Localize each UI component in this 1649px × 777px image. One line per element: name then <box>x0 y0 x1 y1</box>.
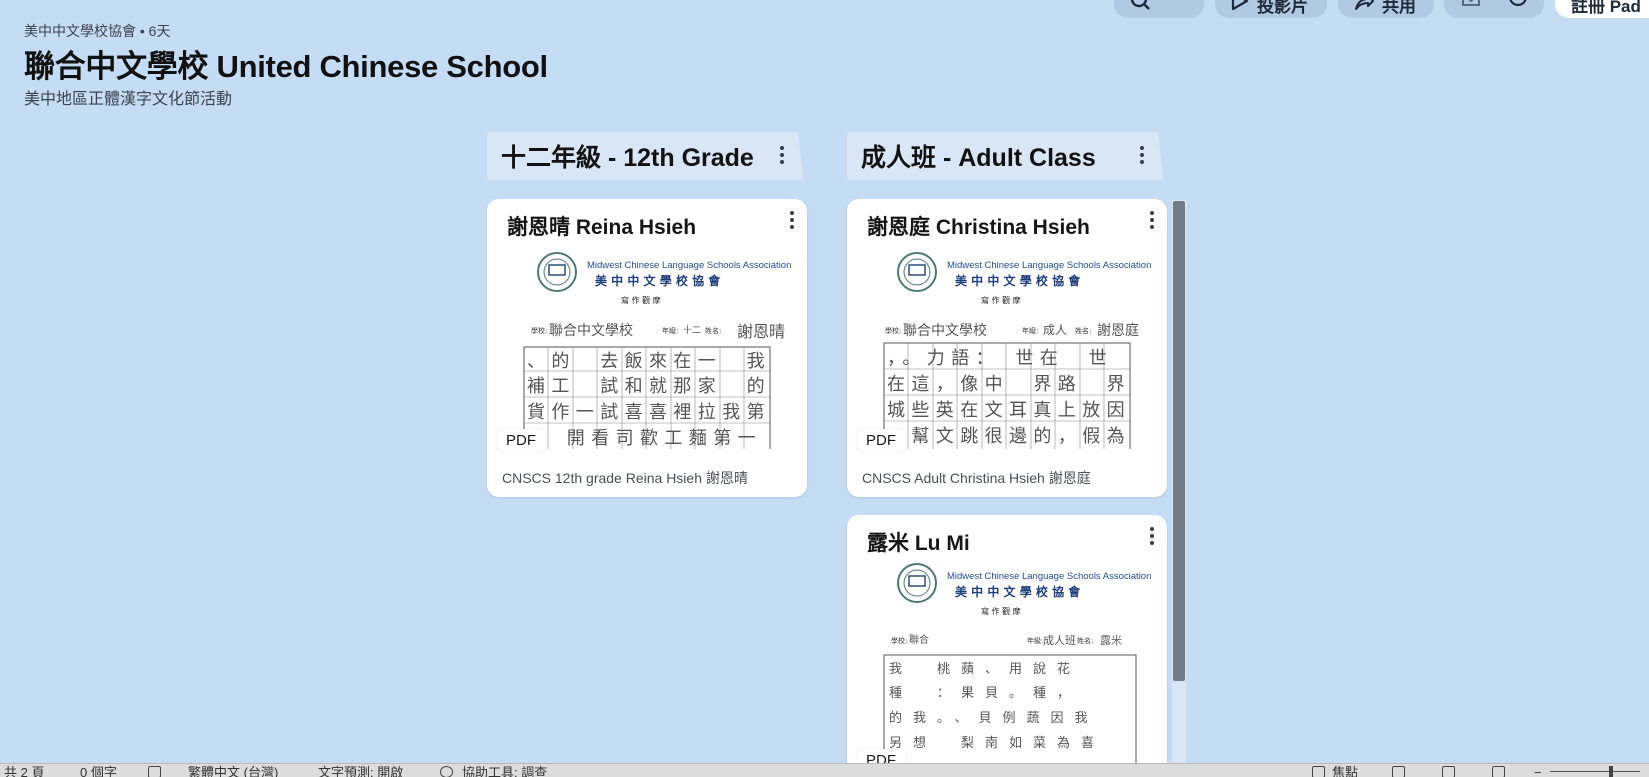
pdf-badge: PDF <box>857 429 905 452</box>
history-icon[interactable] <box>1508 0 1528 13</box>
status-bar: 共 2 頁 0 個字 繁體中文 (台灣) 文字預測: 開啟 協助工具: 調查 焦… <box>0 763 1649 777</box>
doc-grade-label: 年級: <box>1022 326 1038 335</box>
doc-event: 寫 作 觀 摩 <box>981 606 1021 616</box>
doc-grid-row: 補工 試和就那家 的 <box>527 376 771 397</box>
post-menu-icon[interactable] <box>1149 211 1155 229</box>
share-arrow-icon <box>1354 0 1374 13</box>
post-menu-icon[interactable] <box>1149 527 1155 545</box>
section-menu-icon[interactable] <box>1139 146 1145 164</box>
attachment-caption[interactable]: CNSCS Adult Christina Hsieh 謝恩庭 <box>862 468 1091 488</box>
doc-grid-row: 另想 梨南如菜為喜 <box>889 735 1105 751</box>
doc-grid-row: 的我。、貝例蔬因我 <box>889 710 1099 726</box>
doc-grade: 十二 <box>683 324 701 336</box>
doc-grid-row: 、的 去飯來在一 我 <box>527 351 771 372</box>
slideshow-label: 投影片 <box>1257 0 1308 16</box>
signin-button[interactable]: 註冊 Pad <box>1555 0 1649 18</box>
doc-assoc-zh: 美 中 中 文 學 校 協 會 <box>955 273 1081 288</box>
doc-name-label: 姓名: <box>1075 326 1091 335</box>
doc-school-label: 學校: <box>531 326 547 335</box>
web-layout-icon[interactable] <box>1492 765 1511 777</box>
doc-school: 聯合中文學校 <box>549 322 633 339</box>
status-language[interactable]: 繁體中文 (台灣) <box>188 765 278 777</box>
doc-assoc-en: Midwest Chinese Language Schools Associa… <box>587 260 791 271</box>
post-card-lu-mi[interactable]: 露米 Lu Mi Midwest Chinese Language School… <box>847 515 1167 775</box>
share-label: 共用 <box>1382 0 1416 16</box>
status-accessibility[interactable]: 協助工具: 調查 <box>462 765 547 777</box>
status-word-count[interactable]: 0 個字 <box>80 765 117 777</box>
post-title: 露米 Lu Mi <box>867 532 970 555</box>
doc-grade-label: 年級: <box>1027 636 1043 645</box>
doc-event: 寫 作 觀 摩 <box>621 295 661 305</box>
pdf-preview[interactable]: Midwest Chinese Language Schools Associa… <box>847 561 1167 775</box>
zoom-slider-thumb[interactable] <box>1609 766 1613 777</box>
attachment-caption[interactable]: CNSCS 12th grade Reina Hsieh 謝恩晴 <box>502 468 748 488</box>
doc-school: 聯合中文學校 <box>903 322 987 339</box>
doc-assoc-zh: 美 中 中 文 學 校 協 會 <box>595 273 721 288</box>
doc-grid-row: ： 開看司歡工麵第一 <box>527 428 762 449</box>
doc-grade-label: 年級: <box>662 326 678 335</box>
doc-school-label: 學校: <box>885 326 901 335</box>
scrollbar-thumb[interactable] <box>1173 201 1185 681</box>
book-icon[interactable] <box>148 765 167 777</box>
doc-grade: 成人班 <box>1043 634 1076 647</box>
section-header-adult-class: 成人班 - Adult Class <box>847 132 1163 180</box>
doc-assoc-zh: 美 中 中 文 學 校 協 會 <box>955 584 1081 599</box>
board-author-meta: 美中中文學校協會 • 6天 <box>24 23 171 39</box>
play-icon <box>1231 0 1249 13</box>
doc-grid-row: 城些英在文耳真上放因 <box>887 400 1131 421</box>
more-actions-group[interactable] <box>1444 0 1544 18</box>
doc-event: 寫 作 觀 摩 <box>981 295 1021 305</box>
post-title: 謝恩晴 Reina Hsieh <box>507 216 697 239</box>
board-title: 聯合中文學校 United Chinese School <box>24 49 548 84</box>
section-header-12th-grade: 十二年級 - 12th Grade <box>487 132 803 180</box>
post-card-christina-hsieh[interactable]: 謝恩庭 Christina Hsieh Midwest Chinese Lang… <box>847 199 1167 497</box>
status-text-prediction[interactable]: 文字預測: 開啟 <box>318 765 403 777</box>
read-mode-icon[interactable] <box>1392 765 1411 777</box>
doc-grid-row: 貨作一試喜喜裡拉我第 <box>527 402 771 423</box>
doc-school: 聯合 <box>909 633 929 646</box>
section-title: 成人班 - Adult Class <box>861 144 1096 172</box>
doc-grid-row: ，。力語： 世在 世 <box>887 348 1113 369</box>
board-description: 美中地區正體漢字文化節活動 <box>24 91 233 108</box>
print-layout-icon[interactable] <box>1442 765 1461 777</box>
doc-name: 露米 <box>1100 634 1122 647</box>
doc-name: 謝恩庭 <box>1097 322 1139 339</box>
doc-grid-row: 幫文跳很邊的，假為 <box>887 426 1131 447</box>
doc-grid-row: 我 桃蘋、用說花 <box>889 661 1081 677</box>
pdf-preview[interactable]: Midwest Chinese Language Schools Associa… <box>487 249 807 449</box>
slideshow-button[interactable]: 投影片 <box>1215 0 1327 18</box>
doc-assoc-en: Midwest Chinese Language Schools Associa… <box>947 571 1151 582</box>
signin-label: 註冊 Pad <box>1571 0 1641 16</box>
zoom-slider[interactable] <box>1550 771 1640 772</box>
pdf-preview[interactable]: Midwest Chinese Language Schools Associa… <box>847 249 1167 449</box>
section-menu-icon[interactable] <box>779 146 785 164</box>
search-icon <box>1130 0 1152 13</box>
search-button[interactable] <box>1114 0 1204 18</box>
doc-grid-row: 在這，像中 界路 界 <box>887 374 1131 395</box>
zoom-out-icon[interactable]: − <box>1534 765 1542 777</box>
download-icon[interactable] <box>1460 0 1482 13</box>
post-card-reina-hsieh[interactable]: 謝恩晴 Reina Hsieh Midwest Chinese Language… <box>487 199 807 497</box>
focus-icon[interactable] <box>1312 765 1331 777</box>
doc-name-label: 姓名: <box>1077 636 1093 645</box>
status-page-count[interactable]: 共 2 頁 <box>4 765 44 777</box>
doc-name: 謝恩晴 <box>737 322 785 341</box>
doc-grade: 成人 <box>1043 323 1067 337</box>
pdf-badge: PDF <box>497 429 545 452</box>
status-focus[interactable]: 焦點 <box>1332 765 1358 777</box>
section-title: 十二年級 - 12th Grade <box>501 144 754 172</box>
accessibility-icon[interactable] <box>440 765 459 777</box>
doc-assoc-en: Midwest Chinese Language Schools Associa… <box>947 260 1151 271</box>
post-title: 謝恩庭 Christina Hsieh <box>867 216 1090 239</box>
share-button[interactable]: 共用 <box>1338 0 1434 18</box>
doc-school-label: 學校: <box>891 636 907 645</box>
post-menu-icon[interactable] <box>789 211 795 229</box>
doc-name-label: 姓名: <box>705 326 721 335</box>
doc-grid-row: 種 ：果貝。種， <box>889 685 1081 701</box>
